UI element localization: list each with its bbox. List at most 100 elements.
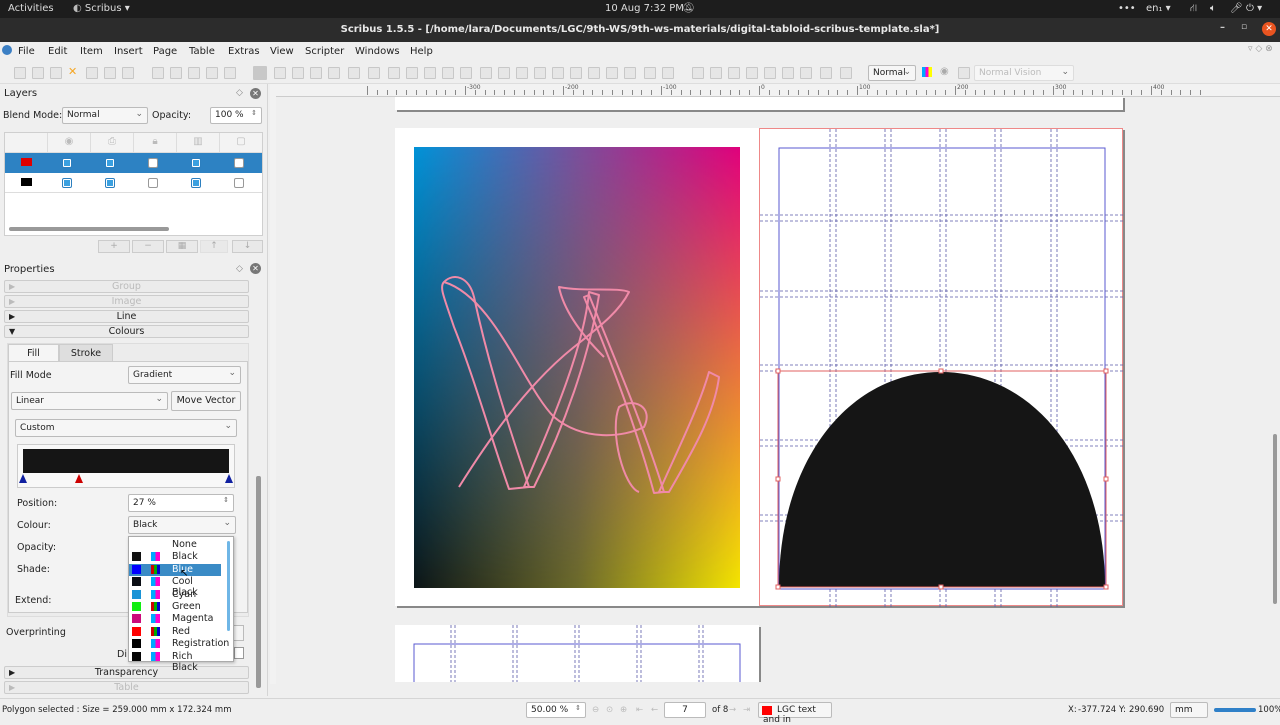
- save-icon[interactable]: [50, 67, 62, 79]
- zoom-tool-icon[interactable]: [516, 67, 528, 79]
- colour-option[interactable]: Blue: [129, 563, 221, 577]
- gradient-type-select[interactable]: Linear ⌄: [11, 392, 168, 410]
- menu-extras[interactable]: Extras: [228, 46, 260, 57]
- close-document-icon[interactable]: ✕: [68, 65, 80, 78]
- measure-icon[interactable]: [606, 67, 618, 79]
- edit-contents-icon[interactable]: [534, 67, 546, 79]
- layer-lock-checkbox[interactable]: [148, 158, 158, 168]
- last-page-icon[interactable]: ⇥: [743, 705, 750, 715]
- redo-icon[interactable]: [170, 67, 182, 79]
- export-pdf-icon[interactable]: [122, 67, 134, 79]
- freehand-icon[interactable]: [460, 67, 472, 79]
- close-properties-panel-button[interactable]: ✕: [250, 263, 261, 274]
- colour-option[interactable]: Cool Black: [129, 576, 221, 598]
- colour-option[interactable]: Red: [129, 626, 221, 639]
- layer-visible-checkbox[interactable]: [62, 158, 72, 168]
- layer-visible-checkbox[interactable]: [62, 178, 72, 188]
- open-document-icon[interactable]: [32, 67, 44, 79]
- pdf-radio-icon[interactable]: [710, 67, 722, 79]
- duplicate-layer-button[interactable]: ▦: [166, 240, 198, 253]
- float-panel-icon[interactable]: ◇: [236, 264, 243, 274]
- properties-scrollbar[interactable]: [256, 476, 261, 688]
- layer-print-checkbox[interactable]: [105, 158, 115, 168]
- vision-mode-select[interactable]: Normal Vision ⌄: [974, 65, 1074, 81]
- rotate-icon[interactable]: [498, 67, 510, 79]
- tab-fill[interactable]: Fill: [8, 344, 59, 362]
- remove-layer-button[interactable]: −: [132, 240, 164, 253]
- preflight-icon[interactable]: [104, 67, 116, 79]
- gradient-stop-handle[interactable]: [19, 474, 27, 483]
- colour-option[interactable]: Rich Black: [129, 651, 221, 673]
- page-left[interactable]: [395, 128, 759, 606]
- canvas-vertical-scrollbar[interactable]: [1273, 434, 1277, 604]
- previous-page-icon[interactable]: ←: [651, 705, 658, 715]
- colour-option[interactable]: Black: [129, 551, 221, 564]
- gradient-artwork[interactable]: [395, 128, 759, 606]
- tab-stroke[interactable]: Stroke: [59, 344, 113, 362]
- overflow-icon[interactable]: •••: [1118, 3, 1136, 14]
- bezier-icon[interactable]: [442, 67, 454, 79]
- layer-lock-checkbox[interactable]: [148, 178, 158, 188]
- colour-option[interactable]: Green: [129, 601, 221, 614]
- float-panel-icon[interactable]: ◇: [236, 88, 243, 98]
- section-colours[interactable]: ▼ Colours: [4, 325, 249, 338]
- polygon-icon[interactable]: [368, 67, 380, 79]
- pdf-annotation-icon[interactable]: [782, 67, 794, 79]
- menu-file[interactable]: File: [18, 46, 35, 57]
- gradient-editor[interactable]: [17, 444, 235, 488]
- stop-colour-select[interactable]: Black ⌄: [128, 516, 236, 534]
- first-page-icon[interactable]: ⇤: [636, 705, 643, 715]
- unit-select[interactable]: mm: [1170, 702, 1208, 718]
- eyedropper-icon[interactable]: [644, 67, 656, 79]
- clock[interactable]: 10 Aug 7:32 PM: [605, 3, 684, 14]
- lower-layer-button[interactable]: ↓: [232, 240, 263, 253]
- paste-icon[interactable]: [224, 67, 236, 79]
- edit-in-preview-icon[interactable]: [958, 67, 970, 79]
- link-frames-icon[interactable]: [570, 67, 582, 79]
- page-right[interactable]: [759, 128, 1124, 607]
- text-frame-icon[interactable]: [274, 67, 286, 79]
- pdf-textfield-icon[interactable]: [728, 67, 740, 79]
- edit-text-icon[interactable]: [552, 67, 564, 79]
- section-line[interactable]: ▶ Line: [4, 310, 249, 323]
- pdf-combobox-icon[interactable]: [746, 67, 758, 79]
- menu-item[interactable]: Item: [80, 46, 103, 57]
- app-menu[interactable]: ◐ Scribus ▾: [73, 3, 130, 14]
- menu-page[interactable]: Page: [153, 46, 177, 57]
- colour-option[interactable]: Magenta: [129, 613, 221, 626]
- select-tool-icon[interactable]: [253, 66, 267, 80]
- pdf-listbox-icon[interactable]: [764, 67, 776, 79]
- next-page-icon[interactable]: →: [729, 705, 736, 715]
- image-frame-icon[interactable]: [292, 67, 304, 79]
- blend-mode-select[interactable]: Normal ⌄: [62, 107, 148, 124]
- arc-icon[interactable]: [388, 67, 400, 79]
- pdf-push-button-icon[interactable]: [662, 67, 674, 79]
- maximize-button[interactable]: ▫: [1241, 22, 1247, 32]
- menu-edit[interactable]: Edit: [48, 46, 67, 57]
- zoom-slider[interactable]: [1214, 708, 1256, 712]
- display-checkbox[interactable]: [234, 647, 244, 659]
- close-layers-panel-button[interactable]: ✕: [250, 88, 261, 99]
- raise-layer-button[interactable]: ↑: [200, 240, 228, 253]
- line-icon[interactable]: [424, 67, 436, 79]
- input-language[interactable]: en₁ ▾: [1146, 3, 1171, 14]
- print-icon[interactable]: [86, 67, 98, 79]
- horizontal-ruler[interactable]: -300 -200 -100 0 100 200 300 400: [276, 84, 1280, 97]
- shape-icon[interactable]: [348, 67, 360, 79]
- layer-select[interactable]: LGC text and in: [758, 702, 832, 725]
- cut-icon[interactable]: [188, 67, 200, 79]
- color-management-icon[interactable]: [922, 67, 932, 77]
- layer-row[interactable]: [5, 173, 262, 193]
- menu-view[interactable]: View: [270, 46, 294, 57]
- layer-flow-checkbox[interactable]: [191, 178, 201, 188]
- colour-option[interactable]: Registration: [129, 638, 229, 651]
- gradient-preset-select[interactable]: Custom ⌄: [15, 419, 237, 437]
- dropdown-scrollbar[interactable]: [227, 541, 230, 631]
- copy-icon[interactable]: [206, 67, 218, 79]
- menu-scripter[interactable]: Scripter: [305, 46, 344, 57]
- menu-help[interactable]: Help: [410, 46, 433, 57]
- layer-print-checkbox[interactable]: [105, 178, 115, 188]
- layer-opacity-spinbox[interactable]: 100 % ⇕: [210, 107, 262, 124]
- layers-horizontal-scrollbar[interactable]: [9, 227, 169, 231]
- page-number-spinbox[interactable]: 7: [664, 702, 706, 718]
